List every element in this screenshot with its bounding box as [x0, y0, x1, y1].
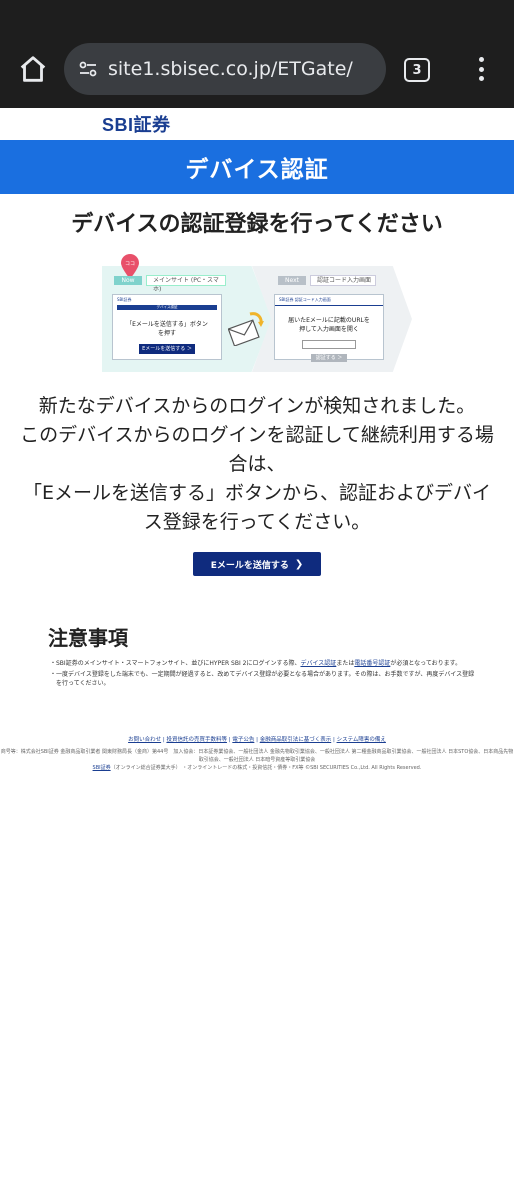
browser-toolbar: site1.sbisec.co.jp/ETGate/ 3: [0, 30, 514, 108]
status-bar: [0, 0, 514, 30]
tab-switcher-button[interactable]: 3: [404, 58, 430, 82]
card1-subbar: デバイス認証: [117, 305, 217, 310]
page-header-title: デバイス認証: [185, 157, 329, 183]
list-item: ・一度デバイス登録をした端末でも、一定期間が経過すると、改めてデバイス登録が必要…: [50, 671, 475, 687]
notes-title: 注意事項: [48, 626, 128, 650]
sbi-logo[interactable]: SBI証券: [102, 112, 171, 136]
note-text: ・SBI証券のメインサイト・スマートフォンサイト、並びにHYPER SBI 2に…: [50, 660, 301, 667]
send-email-button[interactable]: Eメールを送信する ❯: [193, 552, 321, 576]
next-tag: Next: [278, 276, 306, 285]
notes-list: ・SBI証券のメインサイト・スマートフォンサイト、並びにHYPER SBI 2に…: [50, 659, 480, 690]
note-text: が必須となっております。: [390, 660, 462, 667]
main-title: デバイスの認証登録を行ってください: [71, 212, 443, 237]
illustration-card-main: SBI証券 デバイス認証 「Eメールを送信する」ボタン を押す Eメールを送信す…: [112, 294, 222, 360]
detection-line: 合は、: [228, 453, 286, 475]
envelope-icon: [228, 312, 264, 346]
footer-links: お問い合わせ | 投資信託の売買手数料等 | 電子公告 | 金融商品取引法に基づ…: [128, 737, 386, 743]
card2-text-line2: 押して入力画面を開く: [299, 326, 359, 333]
note-text: または: [336, 660, 355, 667]
url-text[interactable]: site1.sbisec.co.jp/ETGate/: [108, 58, 353, 80]
card1-text-line2: を押す: [157, 330, 176, 337]
legal-text-2: SBI証券（オンライン総合証券業大手） ・オンライントレードの株式・投資信託・債…: [0, 764, 514, 772]
card2-code-field: [302, 340, 356, 349]
address-bar[interactable]: site1.sbisec.co.jp/ETGate/: [64, 43, 386, 95]
card2-header: SBI証券 認証コード入力画面: [275, 295, 383, 306]
site-settings-icon[interactable]: [76, 57, 100, 81]
detection-line: 新たなデバイスからのログインが検知されました。: [38, 395, 476, 417]
card1-text-line1: 「Eメールを送信する」ボタン: [126, 321, 208, 328]
now-tag: Now: [114, 276, 142, 285]
card2-text: 届いたEメールに記載のURLを 押して入力画面を開く: [275, 316, 383, 334]
pin-label: ココ: [125, 261, 135, 267]
illustration-card-code: SBI証券 認証コード入力画面 届いたEメールに記載のURLを 押して入力画面を…: [274, 294, 384, 362]
next-label: 認証コード入力画面: [310, 275, 376, 286]
footer-link-disclosure[interactable]: 金融商品取引法に基づく表示: [260, 737, 332, 743]
chevron-right-icon: ❯: [294, 558, 304, 570]
device-auth-illustration: ココ Now メインサイト (PC・スマホ) SBI証券 デバイス認証 「Eメー…: [102, 254, 412, 377]
footer-link-notice[interactable]: 電子公告: [232, 737, 254, 743]
now-label: メインサイト (PC・スマホ): [146, 275, 226, 293]
header-band: デバイス認証: [0, 140, 514, 194]
detection-message: 新たなデバイスからのログインが検知されました。 このデバイスからのログインを認証…: [0, 392, 514, 537]
detection-line: このデバイスからのログインを認証して継続利用する場: [20, 424, 494, 446]
legal-text: （オンライン総合証券業大手） ・オンライントレードの株式・投資信託・債券・FX等…: [110, 765, 422, 771]
device-auth-link[interactable]: デバイス認証: [300, 660, 336, 667]
detection-line: 「Eメールを送信する」ボタンから、認証およびデバイ: [22, 482, 491, 504]
card2-text-line1: 届いたEメールに記載のURLを: [288, 317, 370, 324]
home-icon[interactable]: [16, 52, 50, 86]
footer-link-system[interactable]: システム障害の備え: [337, 737, 386, 743]
footer-link-fees[interactable]: 投資信託の売買手数料等: [166, 737, 227, 743]
card1-button: Eメールを送信する ＞: [139, 344, 195, 354]
sbi-footer-link[interactable]: SBI証券: [93, 765, 111, 771]
more-menu-icon[interactable]: [468, 54, 494, 84]
legal-text: 商号等：株式会社SBI証券 金融商品取引業者 関東財務局長（金商）第44号 加入…: [0, 749, 514, 763]
list-item: ・SBI証券のメインサイト・スマートフォンサイト、並びにHYPER SBI 2に…: [50, 659, 480, 668]
footer-link-contact[interactable]: お問い合わせ: [128, 737, 161, 743]
card1-text: 「Eメールを送信する」ボタン を押す: [113, 320, 221, 338]
send-email-button-label: Eメールを送信する: [210, 560, 289, 571]
card1-header: SBI証券: [117, 297, 132, 302]
phone-auth-link[interactable]: 電話番号認証: [354, 660, 390, 667]
footer-legal: 商号等：株式会社SBI証券 金融商品取引業者 関東財務局長（金商）第44号 加入…: [0, 748, 514, 772]
detection-line: ス登録を行ってください。: [143, 511, 371, 533]
card2-button: 認証する ＞: [311, 354, 347, 362]
